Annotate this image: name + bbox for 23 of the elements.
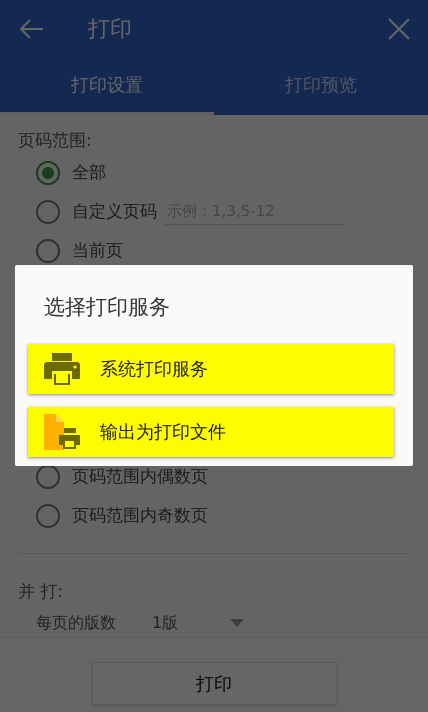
radio-button[interactable] xyxy=(36,160,60,184)
radio-button[interactable] xyxy=(36,200,60,224)
radio-label: 页码范围内偶数页 xyxy=(72,466,208,488)
back-icon[interactable] xyxy=(18,18,44,40)
radio-label: 当前页 xyxy=(72,240,123,262)
file-printer-icon[interactable] xyxy=(44,414,80,450)
print-service-option[interactable]: 系统打印服务 xyxy=(28,344,394,394)
radio-label: 自定义页码 xyxy=(72,201,157,223)
radio-button[interactable] xyxy=(36,238,60,262)
radio-label: 全部 xyxy=(72,162,106,184)
section-label: 页码范围: xyxy=(18,130,92,153)
screen-title: 打印 xyxy=(88,16,132,44)
radio-button[interactable] xyxy=(36,504,60,528)
print-service-option[interactable]: 输出为打印文件 xyxy=(28,407,394,457)
tab[interactable]: 打印设置 xyxy=(0,58,214,115)
radio-label: 页码范围内奇数页 xyxy=(72,505,208,527)
section-label: 并 打: xyxy=(18,581,64,604)
print-button[interactable]: 打印 xyxy=(92,662,336,705)
printer-icon[interactable] xyxy=(44,351,80,387)
pages-per-sheet-dropdown[interactable]: 1版 xyxy=(152,612,244,634)
close-icon[interactable] xyxy=(388,18,410,40)
dialog-title: 选择打印服务 xyxy=(44,294,170,321)
setting-label: 每页的版数 xyxy=(36,612,116,634)
